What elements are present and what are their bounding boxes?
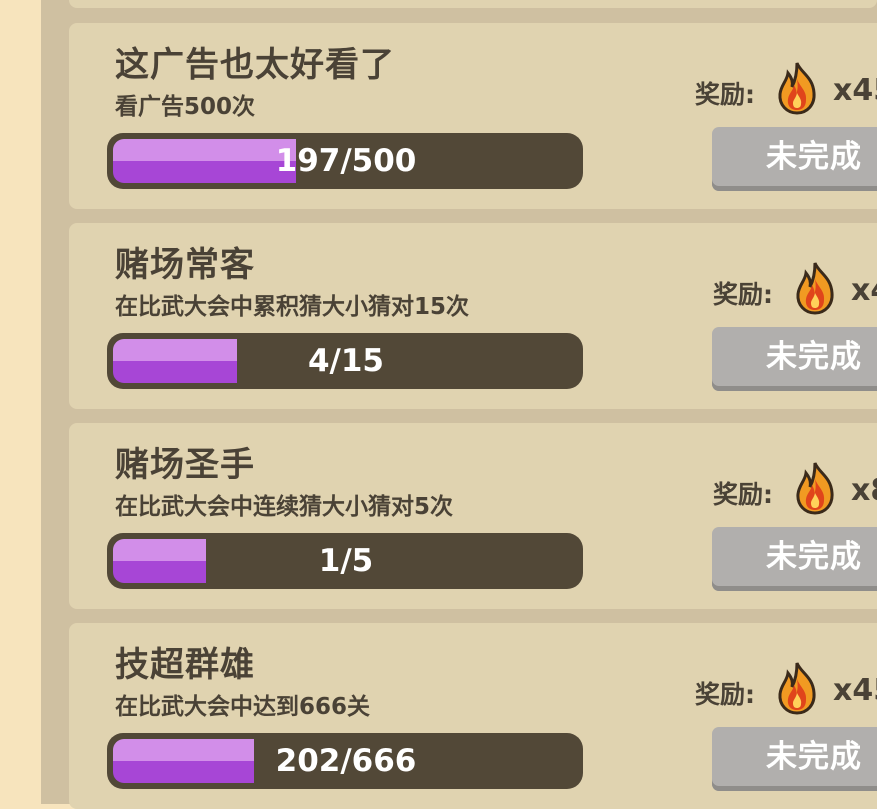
task-card: 这广告也太好看了 看广告500次 197/500 奖励: x45 未完成 <box>69 23 877 209</box>
reward-label: 奖励: <box>713 480 773 509</box>
task-card: 技超群雄 在比武大会中达到666关 202/666 奖励: x45 未完成 <box>69 623 877 809</box>
reward-label: 奖励: <box>695 680 755 709</box>
previous-task-card-edge <box>69 0 877 8</box>
task-description: 在比武大会中达到666关 <box>115 694 371 720</box>
task-description: 在比武大会中累积猜大小猜对15次 <box>115 294 470 320</box>
task-title: 赌场圣手 <box>115 445 255 485</box>
progress-text: 1/5 <box>318 543 374 579</box>
progress-bar: 197/500 <box>107 133 583 189</box>
progress-text: 4/15 <box>307 343 385 379</box>
reward-count: x4 <box>851 273 877 308</box>
progress-bar: 4/15 <box>107 333 583 389</box>
progress-bar: 1/5 <box>107 533 583 589</box>
flame-icon <box>796 462 834 515</box>
task-card: 赌场圣手 在比武大会中连续猜大小猜对5次 1/5 奖励: x8 未完成 <box>69 423 877 609</box>
task-title: 赌场常客 <box>115 245 255 285</box>
progress-text: 202/666 <box>275 743 417 779</box>
task-card: 赌场常客 在比武大会中累积猜大小猜对15次 4/15 奖励: x4 未完成 <box>69 223 877 409</box>
task-description: 在比武大会中连续猜大小猜对5次 <box>115 494 454 520</box>
status-button[interactable]: 未完成 <box>712 127 877 191</box>
progress-text: 197/500 <box>275 143 417 179</box>
flame-icon <box>778 662 816 715</box>
reward-count: x45 <box>833 73 877 108</box>
flame-icon <box>778 62 816 115</box>
progress-bar: 202/666 <box>107 733 583 789</box>
task-title: 这广告也太好看了 <box>115 45 395 85</box>
status-button[interactable]: 未完成 <box>712 527 877 591</box>
task-description: 看广告500次 <box>115 94 256 120</box>
task-title: 技超群雄 <box>115 645 255 685</box>
flame-icon <box>796 262 834 315</box>
reward-label: 奖励: <box>713 280 773 309</box>
reward-count: x8 <box>851 473 877 508</box>
status-button[interactable]: 未完成 <box>712 727 877 791</box>
reward-count: x45 <box>833 673 877 708</box>
reward-label: 奖励: <box>695 80 755 109</box>
status-button[interactable]: 未完成 <box>712 327 877 391</box>
